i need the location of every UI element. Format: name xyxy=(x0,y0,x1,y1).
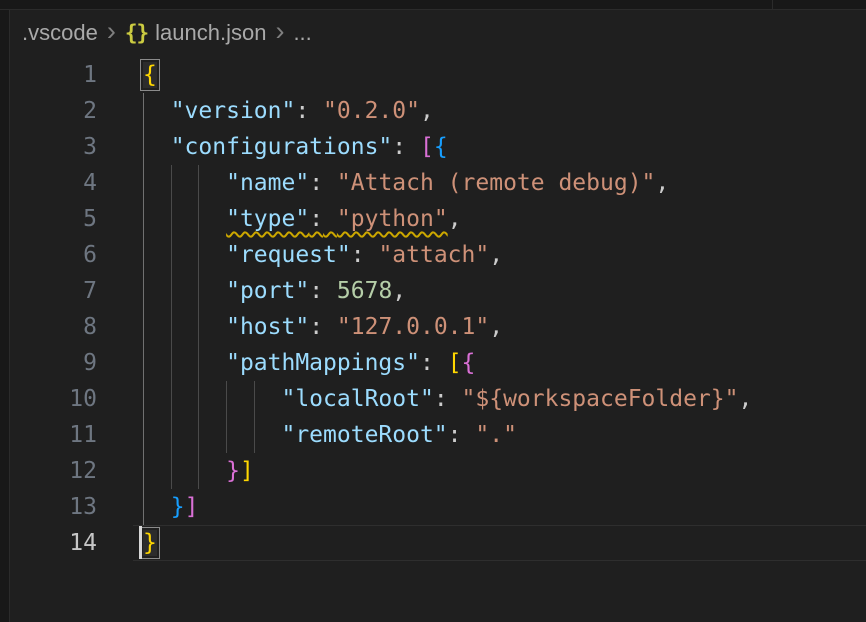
bracket-match: { xyxy=(143,62,157,88)
code-line-text: "version": "0.2.0", xyxy=(143,93,866,129)
chevron-right-icon: › xyxy=(275,21,284,41)
line-number[interactable]: 6 xyxy=(10,237,97,273)
breadcrumbs: .vscode › {} launch.json › ... xyxy=(10,10,866,56)
line-number[interactable]: 13 xyxy=(10,489,97,525)
breadcrumb-file-label: launch.json xyxy=(155,20,266,46)
json-file-icon: {} xyxy=(125,21,148,45)
line-number[interactable]: 8 xyxy=(10,309,97,345)
bracket-match: } xyxy=(143,530,157,556)
code-line[interactable]: 10 "localRoot": "${workspaceFolder}", xyxy=(10,381,866,417)
breadcrumb-symbol-ellipsis[interactable]: ... xyxy=(293,20,311,46)
code-line[interactable]: 4 "name": "Attach (remote debug)", xyxy=(10,165,866,201)
line-number[interactable]: 1 xyxy=(10,57,97,93)
line-number[interactable]: 11 xyxy=(10,417,97,453)
code-line-text: { xyxy=(143,57,866,93)
warning-squiggle: "type": "python" xyxy=(226,206,448,232)
code-line[interactable]: 13 }] xyxy=(10,489,866,525)
breadcrumb-file[interactable]: {} launch.json xyxy=(125,20,267,46)
line-number[interactable]: 14 xyxy=(10,525,97,561)
code-line-text: "remoteRoot": "." xyxy=(143,417,866,453)
code-line[interactable]: 7 "port": 5678, xyxy=(10,273,866,309)
code-editor[interactable]: 1{2 "version": "0.2.0",3 "configurations… xyxy=(10,57,866,561)
tab-divider xyxy=(772,0,773,9)
code-line[interactable]: 1{ xyxy=(10,57,866,93)
code-line[interactable]: 2 "version": "0.2.0", xyxy=(10,93,866,129)
code-line-text: }] xyxy=(143,489,866,525)
code-line[interactable]: 9 "pathMappings": [{ xyxy=(10,345,866,381)
line-number[interactable]: 9 xyxy=(10,345,97,381)
code-line-text: "configurations": [{ xyxy=(143,129,866,165)
code-line-text: "pathMappings": [{ xyxy=(143,345,866,381)
code-line[interactable]: 14} xyxy=(10,525,866,561)
code-line-text: "request": "attach", xyxy=(143,237,866,273)
line-number[interactable]: 7 xyxy=(10,273,97,309)
code-line-text: "type": "python", xyxy=(143,201,866,237)
code-line-text: "localRoot": "${workspaceFolder}", xyxy=(143,381,866,417)
line-number[interactable]: 12 xyxy=(10,453,97,489)
line-number[interactable]: 4 xyxy=(10,165,97,201)
line-number[interactable]: 2 xyxy=(10,93,97,129)
code-line[interactable]: 3 "configurations": [{ xyxy=(10,129,866,165)
code-line[interactable]: 11 "remoteRoot": "." xyxy=(10,417,866,453)
code-line[interactable]: 8 "host": "127.0.0.1", xyxy=(10,309,866,345)
activity-bar-edge xyxy=(0,0,10,622)
breadcrumb-folder[interactable]: .vscode xyxy=(22,20,98,46)
line-number[interactable]: 5 xyxy=(10,201,97,237)
code-line-text: "name": "Attach (remote debug)", xyxy=(143,165,866,201)
chevron-right-icon: › xyxy=(107,21,116,41)
code-line[interactable]: 5 "type": "python", xyxy=(10,201,866,237)
code-line[interactable]: 12 }] xyxy=(10,453,866,489)
line-number[interactable]: 3 xyxy=(10,129,97,165)
code-line-text: "port": 5678, xyxy=(143,273,866,309)
code-line-text: }] xyxy=(143,453,866,489)
code-line-text: "host": "127.0.0.1", xyxy=(143,309,866,345)
tab-bar-remnant xyxy=(0,0,866,10)
code-line-text: } xyxy=(143,525,866,561)
text-cursor xyxy=(139,526,142,559)
line-number[interactable]: 10 xyxy=(10,381,97,417)
code-line[interactable]: 6 "request": "attach", xyxy=(10,237,866,273)
